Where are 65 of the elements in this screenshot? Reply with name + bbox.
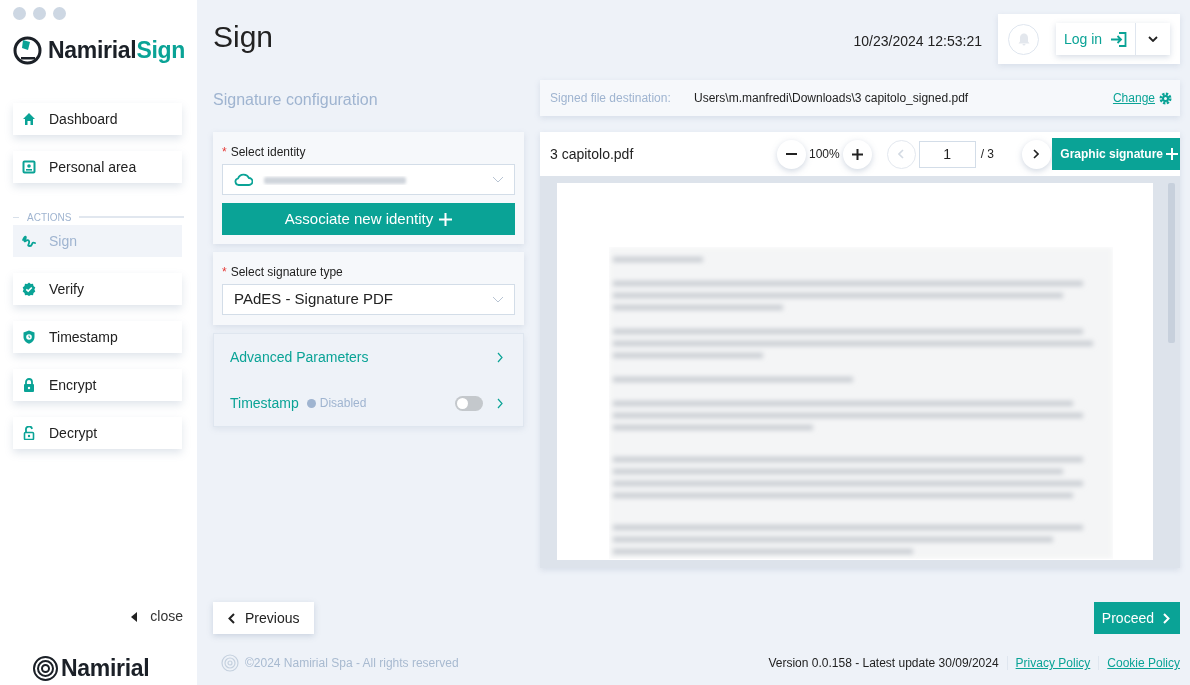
field-label: Select identity <box>230 144 306 161</box>
version-text: Version 0.0.158 - Latest update 30/09/2024 <box>768 655 999 672</box>
check-badge-icon <box>22 282 36 296</box>
required-mark: * <box>222 264 227 281</box>
copyright-text: ©2024 Namirial Spa - All rights reserved <box>245 655 459 672</box>
required-mark: * <box>222 144 227 161</box>
cloud-icon <box>234 173 253 186</box>
chevron-down-icon <box>1148 36 1159 42</box>
lock-icon <box>22 378 36 392</box>
sidebar-item[interactable]: Personal area <box>13 151 182 183</box>
section-label: ACTIONS <box>27 210 72 225</box>
pen-circle-logo-icon <box>13 35 42 65</box>
sidebar-item[interactable]: Verify <box>13 273 182 305</box>
minus-icon <box>786 153 797 155</box>
chevron-down-icon <box>492 176 504 183</box>
field-label: Select signature type <box>230 264 343 281</box>
unlocked-lock-icon <box>22 426 36 440</box>
home-icon <box>22 112 36 126</box>
page-number-field[interactable]: 1 <box>918 140 976 168</box>
file-name: 3 capitolo.pdf <box>550 144 635 164</box>
status-label: Disabled <box>306 394 367 412</box>
date-time: 10/23/2024 12:53:21 <box>853 32 982 51</box>
chevron-left-icon <box>898 149 905 159</box>
plus-icon <box>1166 148 1178 160</box>
zoom-level: 100% <box>809 146 840 163</box>
caret-left-icon <box>131 611 138 622</box>
login-icon <box>1110 31 1128 47</box>
zoom-out-button[interactable] <box>777 139 806 169</box>
expand-icon <box>53 7 66 20</box>
sidebar-item[interactable]: Encrypt <box>13 369 182 401</box>
destination-path: Users\m.manfredi\Downloads\3 capitolo_signed.pdf <box>694 90 969 107</box>
next-page-button[interactable] <box>1021 139 1051 169</box>
concentric-circles-logo-icon <box>221 654 239 672</box>
identity-select[interactable] <box>222 164 515 195</box>
company-logo-text: Namirial <box>61 653 150 683</box>
signature-type-select[interactable]: PAdES - Signature PDF <box>222 284 515 315</box>
page-title: Sign <box>213 19 274 55</box>
sidebar-item[interactable]: Dashboard <box>13 103 182 135</box>
shield-clock-icon <box>22 330 36 344</box>
previous-button[interactable]: Previous <box>213 602 315 634</box>
chevron-down-icon <box>492 296 504 303</box>
page-total: / 3 <box>980 146 996 163</box>
chevron-right-icon <box>1163 612 1170 624</box>
zoom-in-button[interactable] <box>842 139 872 169</box>
plus-icon <box>439 212 453 226</box>
section-heading: Signature configuration <box>213 90 379 110</box>
minimize-icon <box>33 7 46 20</box>
chevron-left-icon <box>228 612 235 624</box>
chevron-right-icon <box>497 397 503 409</box>
id-card-icon <box>22 160 36 174</box>
bell-icon <box>1017 32 1030 46</box>
signature-icon <box>22 234 36 248</box>
sidebar-item[interactable]: Decrypt <box>13 417 182 449</box>
settings-icon <box>1159 91 1172 105</box>
sidebar-item[interactable]: Timestamp <box>13 321 182 353</box>
app-logo-text: NamirialSign <box>48 35 185 65</box>
concentric-circles-logo-icon <box>33 655 58 681</box>
destination-label: Signed file destination: <box>550 90 672 107</box>
status-dot-icon <box>306 398 316 408</box>
toggle-switch[interactable] <box>455 395 483 411</box>
chevron-right-icon <box>1033 149 1040 159</box>
close-icon <box>13 7 26 20</box>
chevron-right-icon <box>497 351 503 363</box>
plus-icon <box>851 148 863 160</box>
close-sidebar-button[interactable]: close <box>131 606 183 627</box>
